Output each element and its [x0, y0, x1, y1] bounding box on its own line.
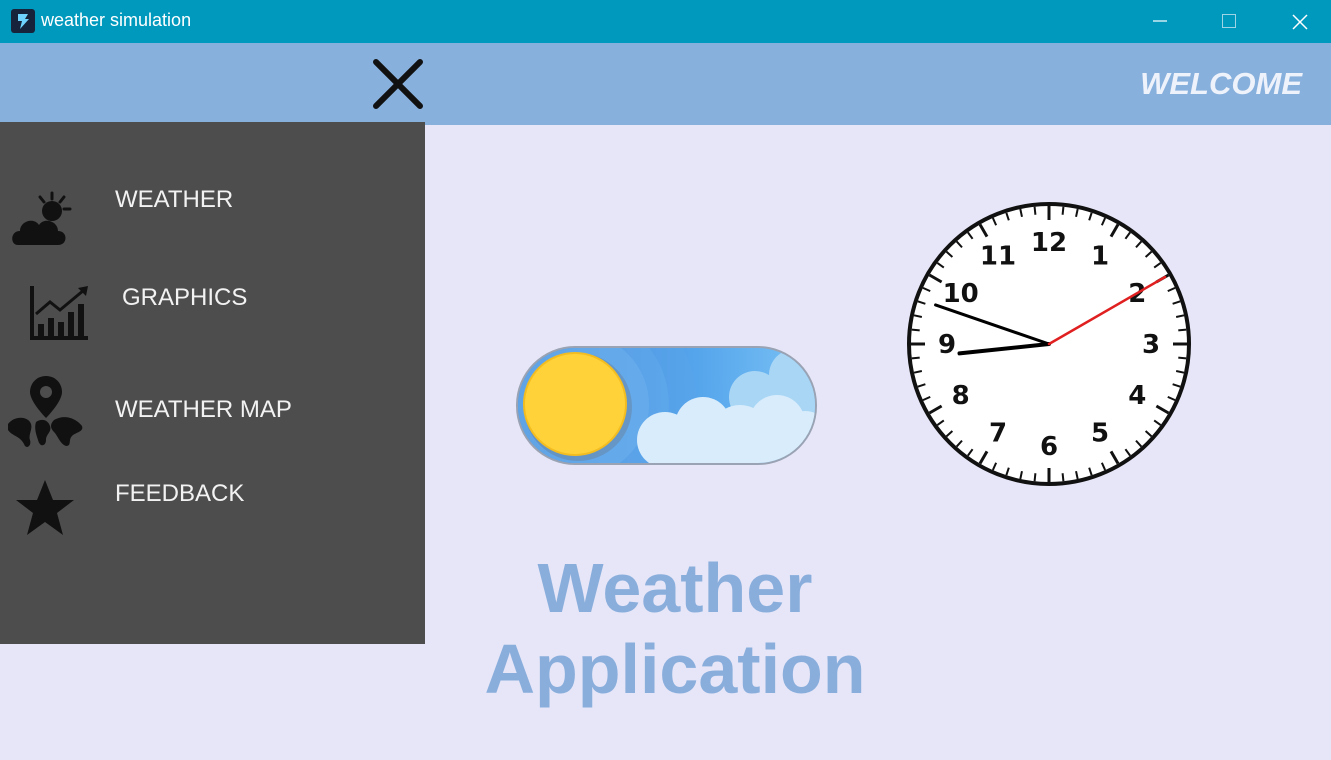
clock-number: 6	[1040, 432, 1058, 462]
theme-toggle[interactable]	[515, 345, 818, 466]
window-close-button[interactable]	[1264, 0, 1331, 43]
clock-minute-tick	[1033, 473, 1037, 482]
app-brand-title: Weather Application	[440, 548, 910, 710]
world-map-pin-icon	[8, 376, 83, 447]
minimize-button[interactable]	[1125, 0, 1195, 43]
sidebar: WEATHER GRAPHICS WEATHER MAP FEEDBACK	[0, 122, 425, 644]
maximize-button[interactable]	[1194, 0, 1264, 43]
brand-line-1: Weather	[537, 549, 813, 627]
sidebar-item-feedback[interactable]: FEEDBACK	[0, 472, 425, 552]
sidebar-item-label: WEATHER	[115, 186, 234, 213]
clock-minute-tick	[1061, 206, 1065, 215]
clock-number: 5	[1091, 418, 1109, 448]
clock-number: 9	[938, 330, 956, 360]
sidebar-item-graphics[interactable]: GRAPHICS	[0, 272, 425, 352]
sidebar-item-label: GRAPHICS	[122, 284, 248, 311]
menu-close-button[interactable]	[371, 57, 425, 111]
sidebar-item-weather[interactable]: WEATHER	[0, 177, 425, 257]
window-title: weather simulation	[41, 10, 192, 30]
window-titlebar: weather simulation	[0, 0, 1331, 43]
clock-minute-tick	[1033, 206, 1037, 215]
clock-minute-tick	[1061, 473, 1065, 482]
sidebar-item-label: WEATHER MAP	[115, 396, 292, 423]
clock-minute-tick	[911, 356, 920, 360]
weather-cloud-sun-icon	[12, 191, 72, 245]
app-header: WELCOME	[0, 43, 1331, 125]
maximize-icon	[1222, 14, 1236, 28]
star-icon	[16, 480, 74, 535]
brand-line-2: Application	[484, 630, 866, 708]
clock-number: 12	[1031, 228, 1067, 258]
close-icon	[1292, 14, 1308, 30]
clock-number: 4	[1128, 381, 1146, 411]
clock-number: 1	[1091, 242, 1109, 272]
clock-number: 8	[952, 381, 970, 411]
minimize-icon	[1153, 20, 1167, 22]
clock-minute-tick	[911, 328, 920, 332]
weather-app-icon	[11, 9, 35, 33]
welcome-text: WELCOME	[1140, 66, 1302, 101]
analog-clock: 121234567891011	[907, 202, 1191, 486]
clock-minute-tick	[1178, 356, 1187, 360]
sidebar-item-weather-map[interactable]: WEATHER MAP	[0, 370, 425, 450]
clock-number: 11	[980, 242, 1016, 272]
close-icon	[373, 59, 423, 109]
clock-number: 10	[943, 279, 979, 309]
clock-number: 3	[1142, 330, 1160, 360]
clock-number: 7	[989, 418, 1007, 448]
bar-chart-trend-icon	[30, 286, 88, 340]
sidebar-item-label: FEEDBACK	[115, 480, 245, 507]
clock-minute-tick	[1178, 328, 1187, 332]
